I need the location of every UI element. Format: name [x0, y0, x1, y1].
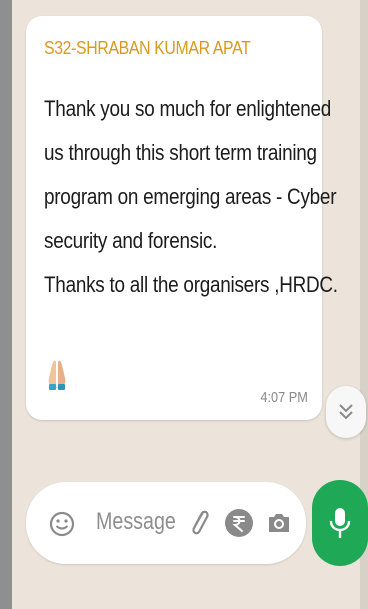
attach-icon[interactable]: [186, 506, 212, 540]
voice-record-button[interactable]: [312, 480, 368, 566]
rupee-icon[interactable]: [224, 508, 254, 538]
message-line: Thank you so much for enlightened: [44, 96, 332, 121]
double-chevron-down-icon: [339, 404, 353, 420]
message-line: security and forensic.: [44, 228, 218, 253]
folded-hands-icon: [48, 360, 66, 390]
message-input[interactable]: Message: [96, 508, 176, 536]
sender-name[interactable]: S32-SHRABAN KUMAR APAT: [44, 38, 251, 59]
message-line: us through this short term training: [44, 140, 317, 165]
message-line: program on emerging areas - Cyber: [44, 184, 337, 209]
message-bubble[interactable]: S32-SHRABAN KUMAR APAT Thank you so much…: [26, 16, 338, 420]
message-line: Thanks to all the organisers ,HRDC.: [44, 272, 338, 297]
mic-icon: [329, 508, 351, 538]
message-composer[interactable]: Message: [26, 482, 306, 564]
scroll-down-button[interactable]: [326, 386, 366, 438]
emoji-icon[interactable]: [48, 510, 76, 538]
camera-icon[interactable]: [266, 510, 292, 536]
message-time: 4:07 PM: [260, 389, 308, 406]
left-border: [0, 0, 12, 609]
